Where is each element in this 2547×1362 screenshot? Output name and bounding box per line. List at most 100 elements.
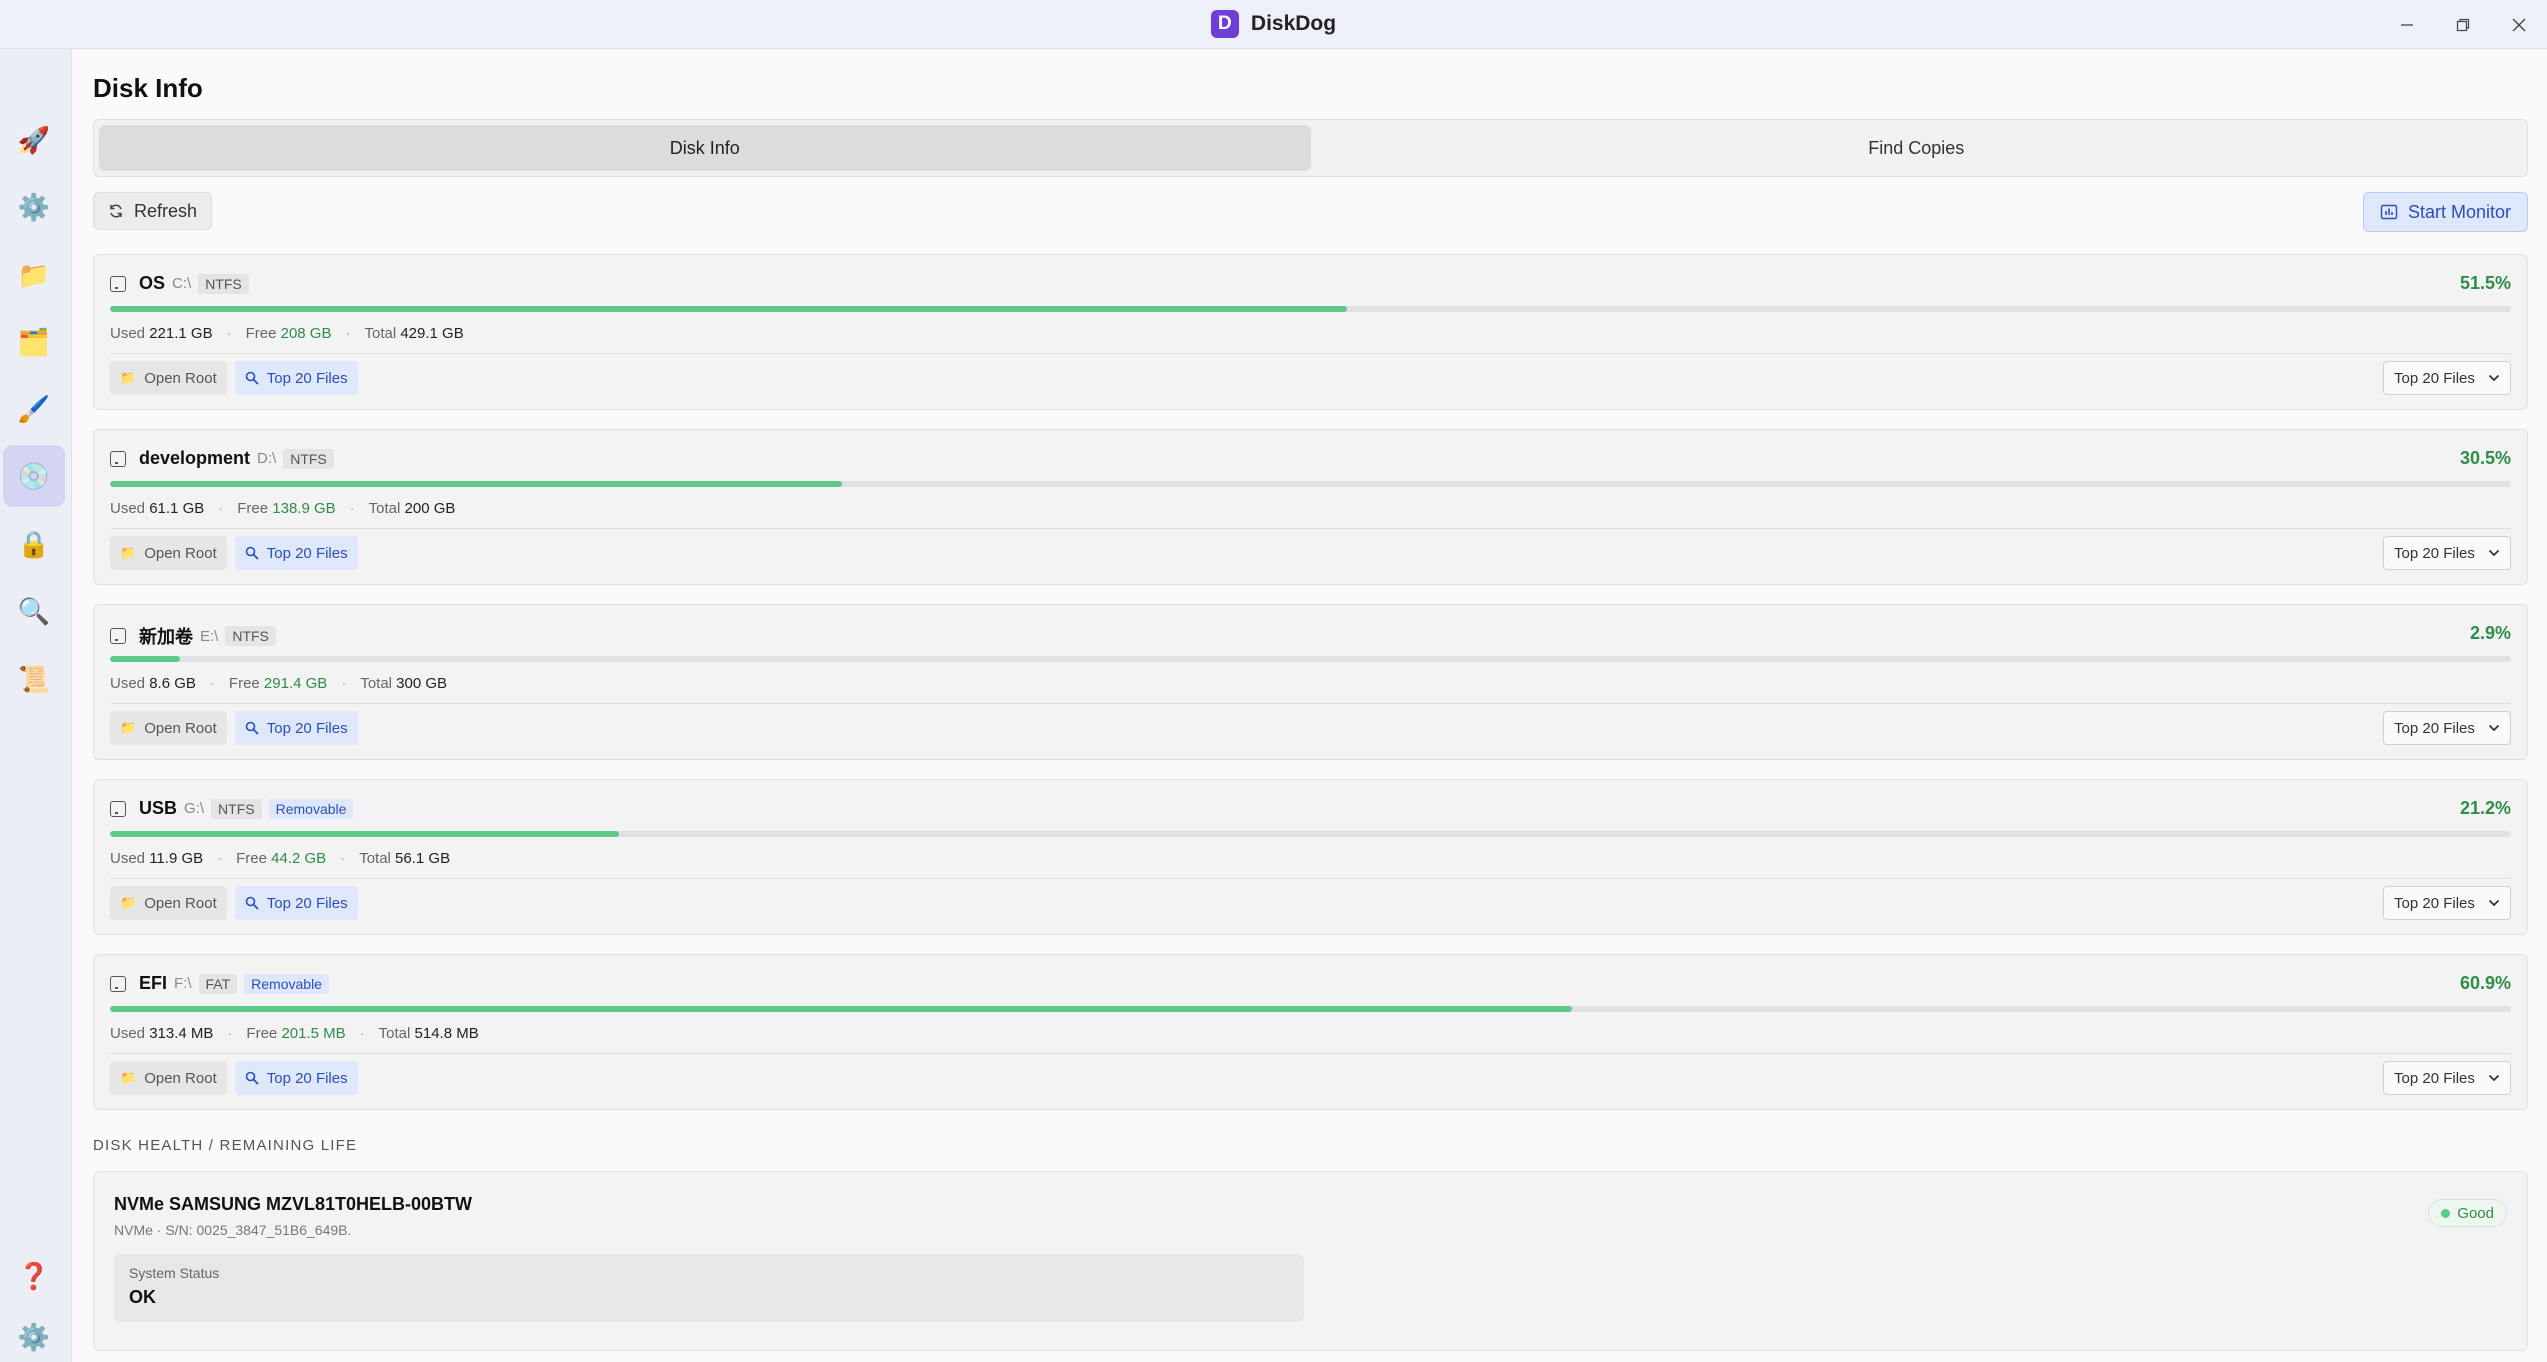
disk-name: development xyxy=(139,448,251,468)
used-label: Used xyxy=(110,500,146,517)
disk-usage-bar-fill xyxy=(110,831,619,837)
sidebar-item-disk-info[interactable]: 💿 xyxy=(3,445,65,507)
disk-actions: 📁 Open Root Top 20 Files xyxy=(110,711,358,745)
sidebar-item-logs[interactable]: 📜 xyxy=(3,648,65,710)
top-files-select[interactable]: Top 20 Files xyxy=(2383,536,2511,570)
free-label: Free xyxy=(237,500,269,517)
sidebar-item-settings[interactable]: ⚙️ xyxy=(3,1306,65,1362)
used-label: Used xyxy=(110,675,146,692)
search-icon xyxy=(245,1071,259,1085)
broom-icon: 🖌️ xyxy=(17,393,51,424)
refresh-button[interactable]: Refresh xyxy=(93,192,213,230)
start-monitor-button[interactable]: Start Monitor xyxy=(2362,192,2528,232)
total-label: Total xyxy=(359,850,391,867)
filesystem-badge: NTFS xyxy=(211,798,262,819)
minimize-button[interactable] xyxy=(2379,0,2435,49)
used-value: 221.1 GB xyxy=(149,325,213,342)
sidebar-item-clean[interactable]: 🖌️ xyxy=(3,378,65,440)
top-files-select[interactable]: Top 20 Files xyxy=(2383,1061,2511,1095)
chevron-down-icon xyxy=(2488,374,2500,382)
open-root-button[interactable]: 📁 Open Root xyxy=(110,711,227,745)
sidebar-item-security[interactable]: 🔒 xyxy=(3,513,65,575)
app-logo: D xyxy=(1210,10,1239,38)
total-label: Total xyxy=(368,500,401,517)
sidebar-item-search[interactable]: 🔍 xyxy=(3,580,65,642)
open-root-label: Open Root xyxy=(144,369,217,387)
chevron-down-icon xyxy=(2488,1074,2500,1082)
page-title: Disk Info xyxy=(93,73,203,103)
disk-usage-bar xyxy=(110,306,2511,312)
disk-name: OS xyxy=(139,273,166,293)
disk-actions: 📁 Open Root Top 20 Files xyxy=(110,361,358,395)
search-icon: 🔍 xyxy=(17,595,51,626)
sidebar-item-launch[interactable]: 🚀 xyxy=(3,109,65,171)
disk-usage-percent: 51.5% xyxy=(2459,273,2511,293)
sidebar-item-help[interactable]: ❓ xyxy=(3,1245,65,1307)
disk-letter: C:\ xyxy=(172,275,192,292)
top-files-button[interactable]: Top 20 Files xyxy=(234,536,358,570)
free-value: 291.4 GB xyxy=(263,675,328,692)
disk-stats: Used 313.4 MB · Free 201.5 MB · Total 51… xyxy=(110,1025,479,1042)
top-files-select[interactable]: Top 20 Files xyxy=(2383,711,2511,745)
free-label: Free xyxy=(236,850,267,867)
free-label: Free xyxy=(246,1025,278,1042)
system-status-value: OK xyxy=(129,1287,156,1307)
used-value: 61.1 GB xyxy=(149,500,205,517)
tab-disk-info[interactable]: Disk Info xyxy=(99,125,1311,171)
top-files-button[interactable]: Top 20 Files xyxy=(234,711,358,745)
card-divider xyxy=(110,878,2511,879)
used-label: Used xyxy=(110,850,146,867)
free-label: Free xyxy=(245,325,277,342)
health-status-badge: Good xyxy=(2428,1199,2507,1227)
lock-icon: 🔒 xyxy=(17,528,51,559)
separator-dot: · xyxy=(227,1025,233,1042)
app-title: D DiskDog xyxy=(1210,10,1337,38)
sidebar-item-files[interactable]: 📁 xyxy=(3,244,65,306)
disk-name: USB xyxy=(139,798,178,818)
search-icon xyxy=(245,371,259,385)
system-status-box: System Status OK xyxy=(114,1254,1304,1322)
disk-header: development D:\ NTFS xyxy=(110,448,334,469)
used-label: Used xyxy=(110,1025,146,1042)
sidebar: 🚀 ⚙️ 📁 🗂️ 🖌️ 💿 🔒 🔍 📜 ❓ ⚙️ xyxy=(0,49,72,1362)
filesystem-badge: NTFS xyxy=(283,448,334,469)
sidebar-item-system[interactable]: ⚙️ xyxy=(3,176,65,238)
top-files-button[interactable]: Top 20 Files xyxy=(234,886,358,920)
top-files-select[interactable]: Top 20 Files xyxy=(2383,886,2511,920)
rocket-icon: 🚀 xyxy=(17,124,51,155)
folder-icon: 📁 xyxy=(17,259,51,290)
top-files-select[interactable]: Top 20 Files xyxy=(2383,361,2511,395)
maximize-button[interactable] xyxy=(2435,0,2491,49)
tab-find-copies[interactable]: Find Copies xyxy=(1311,125,2523,171)
disk-card: 新加卷 E:\ NTFS 2.9% Used 8.6 GB · Free 291… xyxy=(93,604,2528,760)
open-root-button[interactable]: 📁 Open Root xyxy=(110,1061,227,1095)
card-divider xyxy=(110,703,2511,704)
search-icon xyxy=(245,546,259,560)
folder-icon: 📁 xyxy=(120,370,137,385)
top-files-label: Top 20 Files xyxy=(266,369,348,387)
top-files-label: Top 20 Files xyxy=(266,719,348,737)
disk-letter: F:\ xyxy=(174,975,192,992)
open-root-button[interactable]: 📁 Open Root xyxy=(110,361,227,395)
disk-letter: D:\ xyxy=(257,450,277,467)
chevron-down-icon xyxy=(2488,899,2500,907)
sidebar-item-folders[interactable]: 🗂️ xyxy=(3,311,65,373)
open-root-button[interactable]: 📁 Open Root xyxy=(110,536,227,570)
chevron-down-icon xyxy=(2488,724,2500,732)
open-root-label: Open Root xyxy=(144,719,217,737)
disk-stats: Used 8.6 GB · Free 291.4 GB · Total 300 … xyxy=(110,675,447,692)
top-files-select-value: Top 20 Files xyxy=(2394,719,2475,737)
total-value: 56.1 GB xyxy=(395,850,451,867)
separator-dot: · xyxy=(341,675,347,692)
close-button[interactable] xyxy=(2491,0,2547,49)
top-files-button[interactable]: Top 20 Files xyxy=(234,361,358,395)
disk-name: EFI xyxy=(139,973,168,993)
filesystem-badge: NTFS xyxy=(198,273,249,294)
disk-header: USB G:\ NTFS Removable xyxy=(110,798,354,819)
drive-icon xyxy=(110,450,126,467)
app-title-text: DiskDog xyxy=(1250,12,1337,35)
removable-badge: Removable xyxy=(244,973,329,994)
top-files-button[interactable]: Top 20 Files xyxy=(234,1061,358,1095)
open-root-button[interactable]: 📁 Open Root xyxy=(110,886,227,920)
total-value: 429.1 GB xyxy=(400,325,464,342)
